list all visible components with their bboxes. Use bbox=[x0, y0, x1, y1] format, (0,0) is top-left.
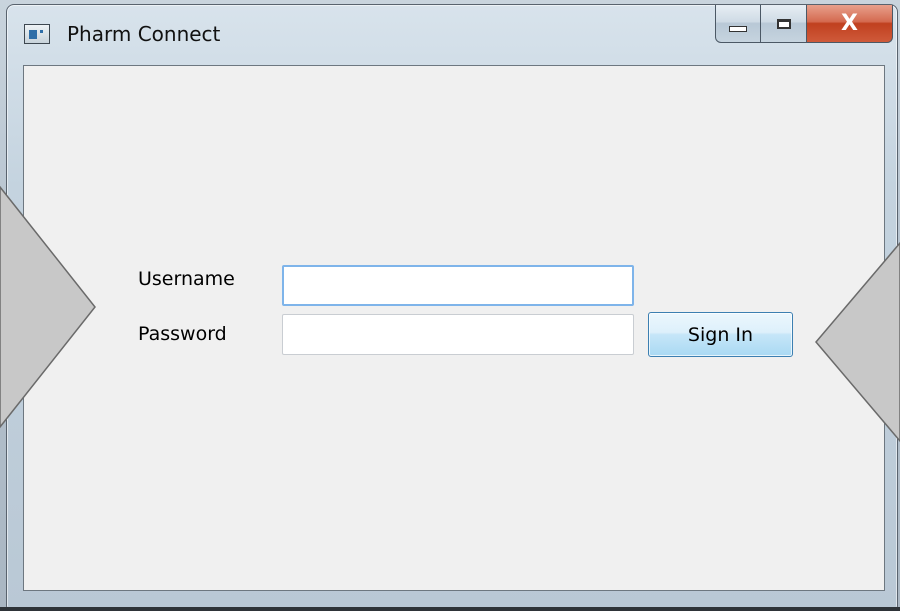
username-label: Username bbox=[138, 268, 235, 290]
password-input[interactable] bbox=[282, 314, 634, 355]
login-panel: Username Password Sign In bbox=[23, 65, 885, 591]
maximize-icon bbox=[776, 18, 791, 29]
username-input[interactable] bbox=[282, 265, 634, 306]
application-window-icon[interactable] bbox=[24, 24, 50, 44]
pharm-connect-window: Pharm Connect X Username Password Sign I… bbox=[6, 4, 898, 610]
sign-in-button[interactable]: Sign In bbox=[648, 312, 793, 357]
minimize-icon bbox=[729, 25, 747, 32]
title-bar[interactable]: Pharm Connect X bbox=[7, 5, 897, 63]
window-title: Pharm Connect bbox=[67, 22, 221, 46]
minimize-button[interactable] bbox=[715, 5, 761, 43]
password-label: Password bbox=[138, 323, 227, 345]
close-icon: X bbox=[841, 11, 858, 36]
background-window-edge bbox=[0, 607, 900, 611]
caption-buttons: X bbox=[715, 5, 893, 43]
maximize-button[interactable] bbox=[761, 5, 807, 43]
close-button[interactable]: X bbox=[807, 5, 893, 43]
